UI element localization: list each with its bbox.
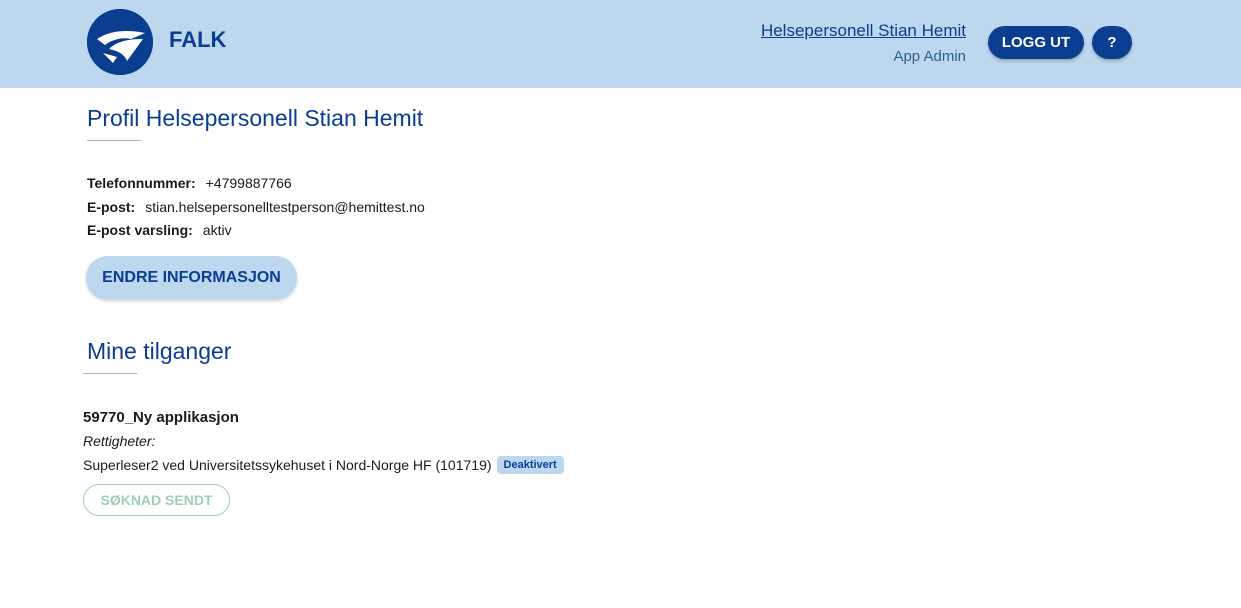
- notify-row: E-post varsling: aktiv: [87, 222, 232, 238]
- status-badge: Deaktivert: [496, 456, 564, 474]
- access-title-underline: [83, 373, 137, 374]
- access-title: Mine tilganger: [87, 338, 232, 364]
- edit-info-button[interactable]: ENDRE INFORMASJON: [86, 256, 297, 299]
- falcon-logo-icon: [87, 9, 153, 75]
- rights-row: Superleser2 ved Universitetssykehuset i …: [83, 456, 564, 474]
- user-name-link[interactable]: Helsepersonell Stian Hemit: [761, 21, 966, 41]
- phone-row: Telefonnummer: +4799887766: [87, 175, 292, 191]
- email-row: E-post: stian.helsepersonelltestperson@he…: [87, 199, 425, 215]
- access-app-name: 59770_Ny applikasjon: [83, 409, 239, 426]
- rights-label: Rettigheter:: [83, 433, 156, 449]
- rights-value: Superleser2 ved Universitetssykehuset i …: [83, 457, 492, 473]
- email-value: stian.helsepersonelltestperson@hemittest…: [145, 199, 425, 215]
- falk-logo[interactable]: [87, 9, 153, 75]
- application-sent-button: SØKNAD SENDT: [83, 484, 230, 516]
- profile-title: Profil Helsepersonell Stian Hemit: [87, 105, 424, 131]
- logout-button[interactable]: LOGG UT: [988, 26, 1084, 59]
- notify-label: E-post varsling:: [87, 222, 193, 238]
- brand-name: FALK: [169, 27, 227, 52]
- top-header: FALK Helsepersonell Stian Hemit App Admi…: [0, 0, 1241, 88]
- profile-title-underline: [87, 140, 141, 141]
- notify-value: aktiv: [202, 222, 232, 238]
- email-label: E-post:: [87, 199, 136, 215]
- help-button[interactable]: ?: [1092, 26, 1132, 59]
- phone-value: +4799887766: [205, 175, 292, 191]
- phone-label: Telefonnummer:: [87, 175, 196, 191]
- user-role: App Admin: [893, 48, 966, 65]
